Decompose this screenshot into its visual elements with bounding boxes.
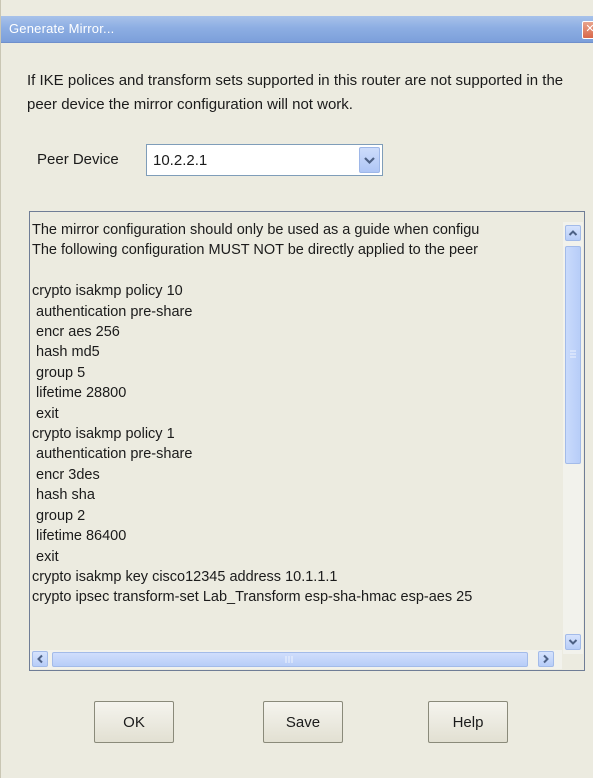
- dropdown-button[interactable]: [359, 147, 380, 173]
- config-line: authentication pre-share: [32, 446, 193, 463]
- config-line: hash md5: [32, 344, 100, 361]
- ok-button[interactable]: OK: [94, 701, 174, 743]
- horizontal-scrollbar[interactable]: [30, 650, 562, 669]
- config-line: encr 3des: [32, 466, 100, 483]
- vertical-scrollbar[interactable]: [563, 222, 583, 654]
- chevron-down-icon: [568, 639, 578, 645]
- scroll-up-button[interactable]: [565, 225, 581, 241]
- config-line: The following configuration MUST NOT be …: [32, 242, 478, 259]
- scroll-left-button[interactable]: [32, 651, 48, 667]
- save-button[interactable]: Save: [263, 701, 343, 743]
- config-line: exit: [32, 405, 59, 422]
- config-line: lifetime 86400: [32, 528, 127, 545]
- peer-device-label: Peer Device: [37, 151, 119, 168]
- config-line: [32, 261, 561, 281]
- mirror-config-textarea[interactable]: The mirror configuration should only be …: [29, 211, 585, 671]
- config-line: exit: [32, 548, 59, 565]
- grip-icon: [570, 350, 576, 358]
- config-line: crypto isakmp policy 1: [32, 426, 175, 443]
- config-line: crypto isakmp policy 10: [32, 283, 183, 300]
- peer-device-value: 10.2.2.1: [153, 152, 208, 169]
- config-line: group 5: [32, 364, 86, 381]
- config-text: The mirror configuration should only be …: [32, 212, 561, 660]
- close-icon[interactable]: ✕: [582, 21, 593, 39]
- scroll-right-button[interactable]: [538, 651, 554, 667]
- generate-mirror-dialog: Generate Mirror... ✕ If IKE polices and …: [0, 0, 593, 778]
- chevron-down-icon: [364, 157, 375, 165]
- scroll-down-button[interactable]: [565, 634, 581, 650]
- config-line: authentication pre-share: [32, 303, 193, 320]
- title-bar[interactable]: Generate Mirror... ✕: [1, 16, 593, 43]
- chevron-up-icon: [568, 230, 578, 236]
- help-button[interactable]: Help: [428, 701, 508, 743]
- window-title: Generate Mirror...: [9, 21, 115, 36]
- config-line: hash sha: [32, 487, 95, 504]
- chevron-right-icon: [543, 654, 549, 664]
- warning-message: If IKE polices and transform sets suppor…: [27, 72, 564, 113]
- config-line: crypto ipsec transform-set Lab_Transform…: [32, 589, 473, 606]
- config-line: group 2: [32, 507, 86, 524]
- config-line: lifetime 28800: [32, 385, 127, 402]
- config-line: crypto isakmp key cisco12345 address 10.…: [32, 568, 338, 585]
- peer-device-select[interactable]: 10.2.2.1: [146, 144, 383, 176]
- vertical-scroll-thumb[interactable]: [565, 246, 581, 464]
- chevron-left-icon: [37, 654, 43, 664]
- config-line: The mirror configuration should only be …: [32, 222, 480, 238]
- horizontal-scroll-thumb[interactable]: [52, 652, 528, 667]
- config-line: encr aes 256: [32, 324, 120, 341]
- grip-icon: [285, 656, 293, 663]
